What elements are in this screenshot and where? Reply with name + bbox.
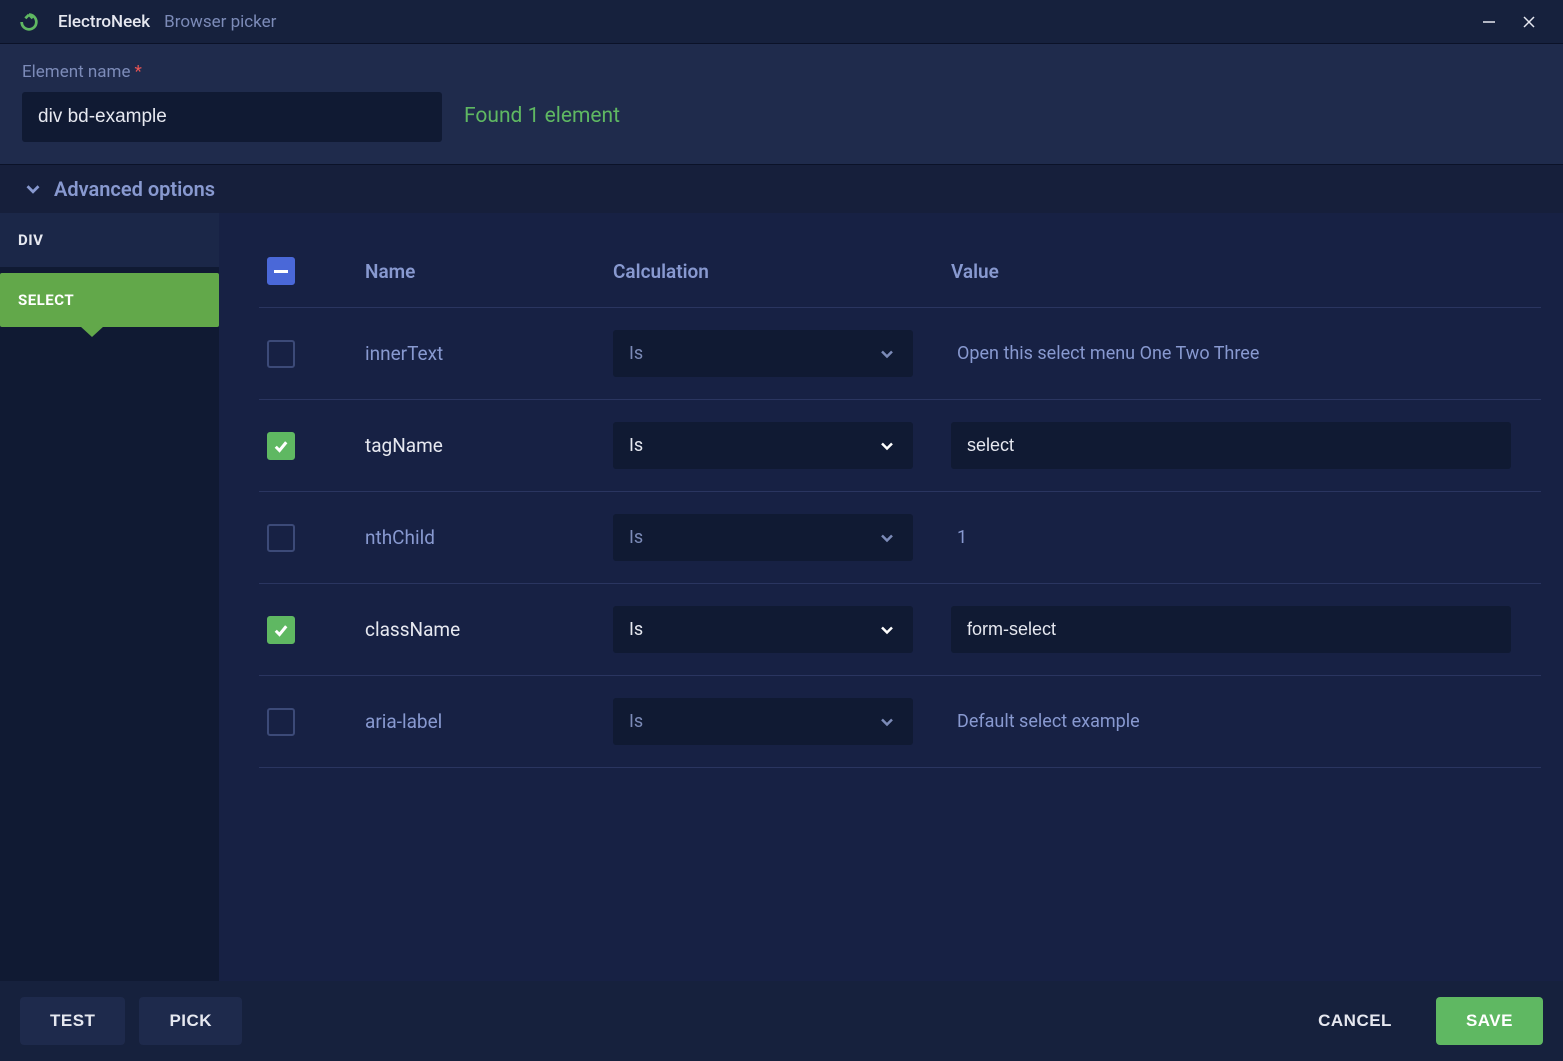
chevron-down-icon: [877, 620, 897, 640]
app-name: ElectroNeek: [58, 12, 150, 32]
close-button[interactable]: [1509, 2, 1549, 42]
calculation-select[interactable]: Is: [613, 330, 913, 377]
element-name-label-text: Element name: [22, 62, 130, 82]
table-row: tagName Is: [259, 400, 1541, 492]
property-value-input[interactable]: [951, 422, 1511, 469]
column-header-name: Name: [365, 260, 595, 283]
chevron-down-icon: [877, 712, 897, 732]
table-row: className Is: [259, 584, 1541, 676]
calculation-select[interactable]: Is: [613, 698, 913, 745]
calculation-value: Is: [629, 435, 643, 456]
footer-bar: TEST PICK CANCEL SAVE: [0, 981, 1563, 1061]
required-asterisk: *: [134, 62, 141, 82]
property-value: Open this select menu One Two Three: [951, 343, 1533, 364]
titlebar: ElectroNeek Browser picker: [0, 0, 1563, 44]
table-row: innerText Is Open this select menu One T…: [259, 308, 1541, 400]
tab-select[interactable]: SELECT: [0, 273, 219, 327]
table-row: nthChild Is 1: [259, 492, 1541, 584]
row-checkbox[interactable]: [267, 340, 295, 368]
property-value: 1: [951, 527, 1533, 548]
app-logo-icon: [18, 11, 40, 33]
found-elements-text: Found 1 element: [464, 104, 620, 142]
element-name-field-group: Element name*: [22, 62, 442, 142]
property-value: Default select example: [951, 711, 1533, 732]
select-all-checkbox[interactable]: [267, 257, 295, 285]
column-header-calculation: Calculation: [613, 260, 933, 283]
row-checkbox[interactable]: [267, 524, 295, 552]
calculation-select[interactable]: Is: [613, 606, 913, 653]
property-value-input[interactable]: [951, 606, 1511, 653]
tab-div[interactable]: DIV: [0, 213, 219, 267]
property-name: tagName: [365, 434, 595, 457]
chevron-down-icon: [22, 178, 44, 200]
element-name-label: Element name*: [22, 62, 442, 82]
table-row: aria-label Is Default select example: [259, 676, 1541, 768]
main-area: DIV SELECT Name Calculation Value innerT…: [0, 213, 1563, 981]
calculation-value: Is: [629, 619, 643, 640]
window-title: Browser picker: [164, 12, 276, 32]
table-header-row: Name Calculation Value: [259, 235, 1541, 308]
element-tabs-sidebar: DIV SELECT: [0, 213, 219, 981]
row-checkbox[interactable]: [267, 616, 295, 644]
minimize-button[interactable]: [1469, 2, 1509, 42]
cancel-button[interactable]: CANCEL: [1288, 997, 1422, 1045]
chevron-down-icon: [877, 528, 897, 548]
calculation-value: Is: [629, 711, 643, 732]
calculation-value: Is: [629, 343, 643, 364]
column-header-value: Value: [951, 260, 1533, 283]
advanced-options-label: Advanced options: [54, 177, 215, 201]
calculation-select[interactable]: Is: [613, 422, 913, 469]
test-button[interactable]: TEST: [20, 997, 125, 1045]
save-button[interactable]: SAVE: [1436, 997, 1543, 1045]
calculation-select[interactable]: Is: [613, 514, 913, 561]
element-name-input[interactable]: [22, 92, 442, 142]
pick-button[interactable]: PICK: [139, 997, 242, 1045]
property-name: aria-label: [365, 710, 595, 733]
header-panel: Element name* Found 1 element: [0, 44, 1563, 164]
property-name: innerText: [365, 342, 595, 365]
property-name: className: [365, 618, 595, 641]
advanced-options-toggle[interactable]: Advanced options: [0, 164, 1563, 213]
row-checkbox[interactable]: [267, 708, 295, 736]
chevron-down-icon: [877, 344, 897, 364]
chevron-down-icon: [877, 436, 897, 456]
properties-panel: Name Calculation Value innerText Is Open…: [219, 213, 1563, 981]
calculation-value: Is: [629, 527, 643, 548]
property-name: nthChild: [365, 526, 595, 549]
row-checkbox[interactable]: [267, 432, 295, 460]
